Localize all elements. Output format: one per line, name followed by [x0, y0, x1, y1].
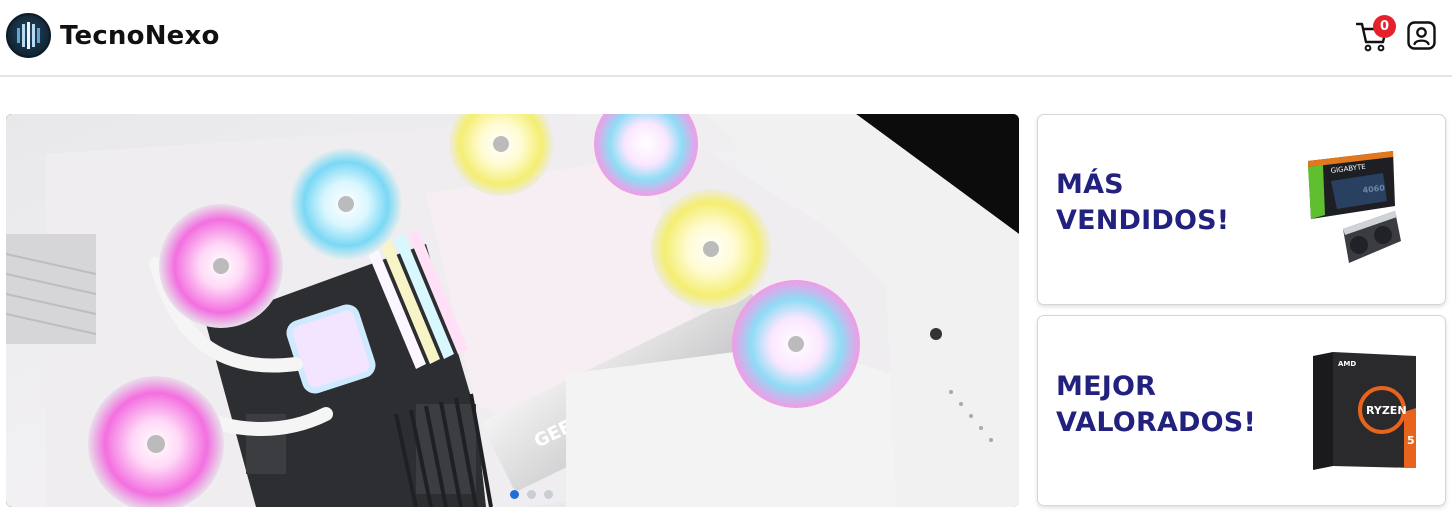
svg-text:AMD: AMD: [1338, 360, 1356, 368]
user-profile-icon: [1407, 21, 1436, 50]
carousel-dot-3[interactable]: [544, 490, 553, 499]
brand-logo-icon: [6, 13, 51, 58]
carousel-dot-2[interactable]: [527, 490, 536, 499]
cpu-product-image: AMD RYZEN 5: [1313, 352, 1416, 470]
gpu-product-image: GIGABYTE 4060: [1308, 151, 1401, 263]
site-header: TecnoNexo 0: [0, 0, 1452, 77]
user-account-button[interactable]: [1406, 20, 1437, 51]
promo-top-rated-title: MEJOR VALORADOS!: [1056, 369, 1256, 441]
hero-carousel[interactable]: GEFORCE RTX: [6, 114, 1019, 507]
brand-home-link[interactable]: TecnoNexo: [6, 13, 220, 58]
promo-best-sellers-card[interactable]: MÁS VENDIDOS! GIGABYTE 4060: [1037, 114, 1446, 305]
cart-count-badge: 0: [1373, 15, 1396, 38]
brand-name: TecnoNexo: [60, 20, 220, 51]
carousel-dots: [510, 490, 553, 499]
promo-title-line: VALORADOS!: [1056, 407, 1256, 438]
promo-title-line: VENDIDOS!: [1056, 205, 1230, 236]
promo-best-sellers-title: MÁS VENDIDOS!: [1056, 167, 1229, 239]
svg-text:RYZEN: RYZEN: [1366, 404, 1407, 417]
promo-title-line: MÁS: [1056, 169, 1124, 200]
promo-title-line: MEJOR: [1056, 371, 1157, 402]
svg-text:5: 5: [1407, 434, 1415, 447]
carousel-dot-1[interactable]: [510, 490, 519, 499]
hero-pc-build-image: GEFORCE RTX: [6, 114, 1019, 507]
promo-top-rated-card[interactable]: MEJOR VALORADOS! AMD RYZEN 5: [1037, 315, 1446, 506]
